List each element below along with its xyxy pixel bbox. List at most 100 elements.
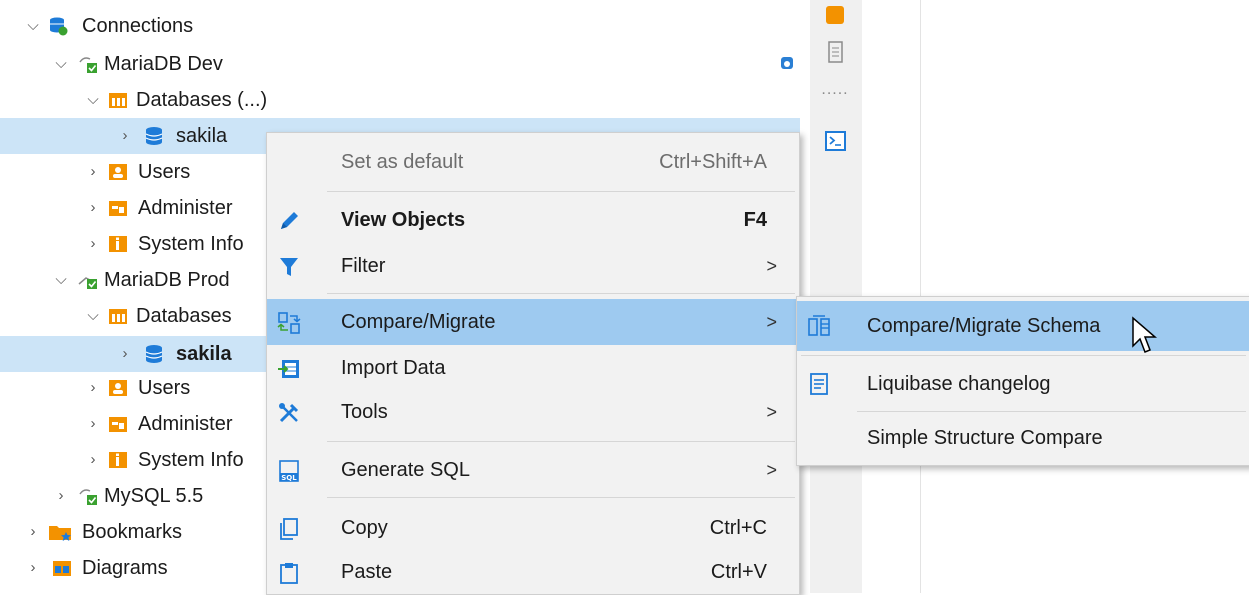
menu-item-set-default[interactable]: Set as default Ctrl+Shift+A [267,139,799,185]
tree-item-label: sakila [176,343,232,365]
menu-item-copy[interactable]: Copy Ctrl+C [267,505,799,551]
chevron-down-icon[interactable]: ⌵ [24,8,42,44]
menu-item-label: Generate SQL [341,459,470,481]
submenu-arrow-icon: > [766,312,777,332]
sql-file-icon: SQL [279,460,299,482]
menu-item-shortcut: Ctrl+C [709,517,767,539]
menu-item-label: Paste [341,561,393,583]
menu-item-label: Filter [341,255,386,277]
menu-separator [857,411,1246,412]
chevron-right-icon[interactable]: › [84,406,102,442]
chevron-down-icon[interactable]: ⌵ [52,262,70,298]
tools-icon [279,403,299,423]
tree-item-label: Users [138,161,191,183]
menu-item-generate-sql[interactable]: SQL Generate SQL > [267,447,799,493]
tree-item-label: System Info [138,233,244,255]
menu-item-simple-structure-compare[interactable]: Simple Structure Compare [797,413,1249,463]
connection-status-icon [781,57,793,69]
tree-item-connections[interactable]: ⌵ Connections [0,8,800,44]
menu-item-shortcut: F4 [743,209,767,231]
menu-item-tools[interactable]: Tools > [267,389,799,435]
chevron-right-icon[interactable]: › [84,370,102,406]
script-icon[interactable] [820,2,850,30]
tree-item-label: Databases (...) [136,89,268,111]
tree-item-label: Administer [138,197,233,219]
paste-icon [280,563,298,584]
schema-database-icon [145,127,163,145]
menu-item-paste[interactable]: Paste Ctrl+V [267,549,799,595]
chevron-right-icon[interactable]: › [24,550,42,586]
menu-item-label: Compare/Migrate Schema [867,315,1101,337]
chevron-right-icon[interactable]: › [116,118,134,154]
chevron-down-icon[interactable]: ⌵ [84,298,102,334]
menu-item-label: Set as default [341,151,464,173]
pencil-icon [281,212,298,229]
connections-icon [50,17,68,36]
databases-folder-icon [109,93,127,108]
chevron-down-icon[interactable]: ⌵ [52,46,70,82]
menu-item-import-data[interactable]: Import Data [267,345,799,391]
compare-icon [277,312,301,334]
menu-item-filter[interactable]: Filter > [267,243,799,289]
chevron-right-icon[interactable]: › [24,514,42,550]
chevron-right-icon[interactable]: › [116,336,134,372]
copy-icon [280,518,298,540]
chevron-right-icon[interactable]: › [84,226,102,262]
tree-item-label: Administer [138,413,233,435]
connection-plug-icon [79,489,97,505]
connection-plug-icon [79,57,97,73]
document-icon[interactable] [820,40,850,68]
menu-item-liquibase[interactable]: Liquibase changelog [797,359,1249,409]
separator-dots: ..... [821,81,849,98]
users-folder-icon [109,380,127,396]
menu-item-label: Compare/Migrate [341,311,496,333]
menu-separator [327,293,795,294]
changelog-document-icon [810,373,828,395]
tree-item-mariadb-dev[interactable]: ⌵ MariaDB Dev [0,46,800,82]
tree-item-label: MariaDB Dev [104,53,223,75]
chevron-down-icon[interactable]: ⌵ [84,82,102,118]
menu-item-shortcut: Ctrl+Shift+A [659,151,767,173]
menu-item-label: Tools [341,401,388,423]
menu-item-compare-migrate-schema[interactable]: Compare/Migrate Schema [797,301,1249,351]
chevron-right-icon[interactable]: › [84,442,102,478]
tree-item-label: System Info [138,449,244,471]
tree-item-label: sakila [176,125,228,147]
schema-compare-icon [808,315,830,336]
menu-item-label: View Objects [341,209,466,231]
diagrams-folder-icon [53,561,71,576]
schema-database-icon [145,345,163,363]
tree-item-label: MySQL 5.5 [104,485,204,507]
svg-text:SQL: SQL [281,474,297,482]
chevron-right-icon[interactable]: › [84,154,102,190]
menu-item-label: Liquibase changelog [867,373,1051,395]
menu-item-label: Simple Structure Compare [867,427,1103,449]
tree-item-label: Connections [82,15,194,37]
administer-folder-icon [109,201,127,216]
import-icon [278,360,299,378]
tree-item-databases-dev[interactable]: ⌵ Databases (...) [0,82,800,118]
submenu-arrow-icon: > [766,256,777,276]
chevron-right-icon[interactable]: › [52,478,70,514]
tree-item-label: Diagrams [82,557,168,579]
menu-separator [801,355,1246,356]
tree-item-label: Users [138,377,191,399]
administer-folder-icon [109,417,127,432]
filter-icon [280,258,298,276]
submenu-arrow-icon: > [766,402,777,422]
menu-item-label: Copy [341,517,388,539]
menu-item-view-objects[interactable]: View Objects F4 [267,197,799,243]
terminal-icon[interactable] [820,128,850,156]
tree-item-label: Databases [136,305,232,327]
system-info-icon [109,452,127,468]
submenu-arrow-icon: > [766,460,777,480]
menu-separator [327,497,795,498]
chevron-right-icon[interactable]: › [84,190,102,226]
databases-folder-icon [109,309,127,324]
system-info-icon [109,236,127,252]
tree-item-label: MariaDB Prod [104,269,230,291]
users-folder-icon [109,164,127,180]
bookmarks-folder-icon [49,526,71,541]
menu-item-shortcut: Ctrl+V [710,561,767,583]
menu-item-compare-migrate[interactable]: Compare/Migrate > [267,299,799,345]
